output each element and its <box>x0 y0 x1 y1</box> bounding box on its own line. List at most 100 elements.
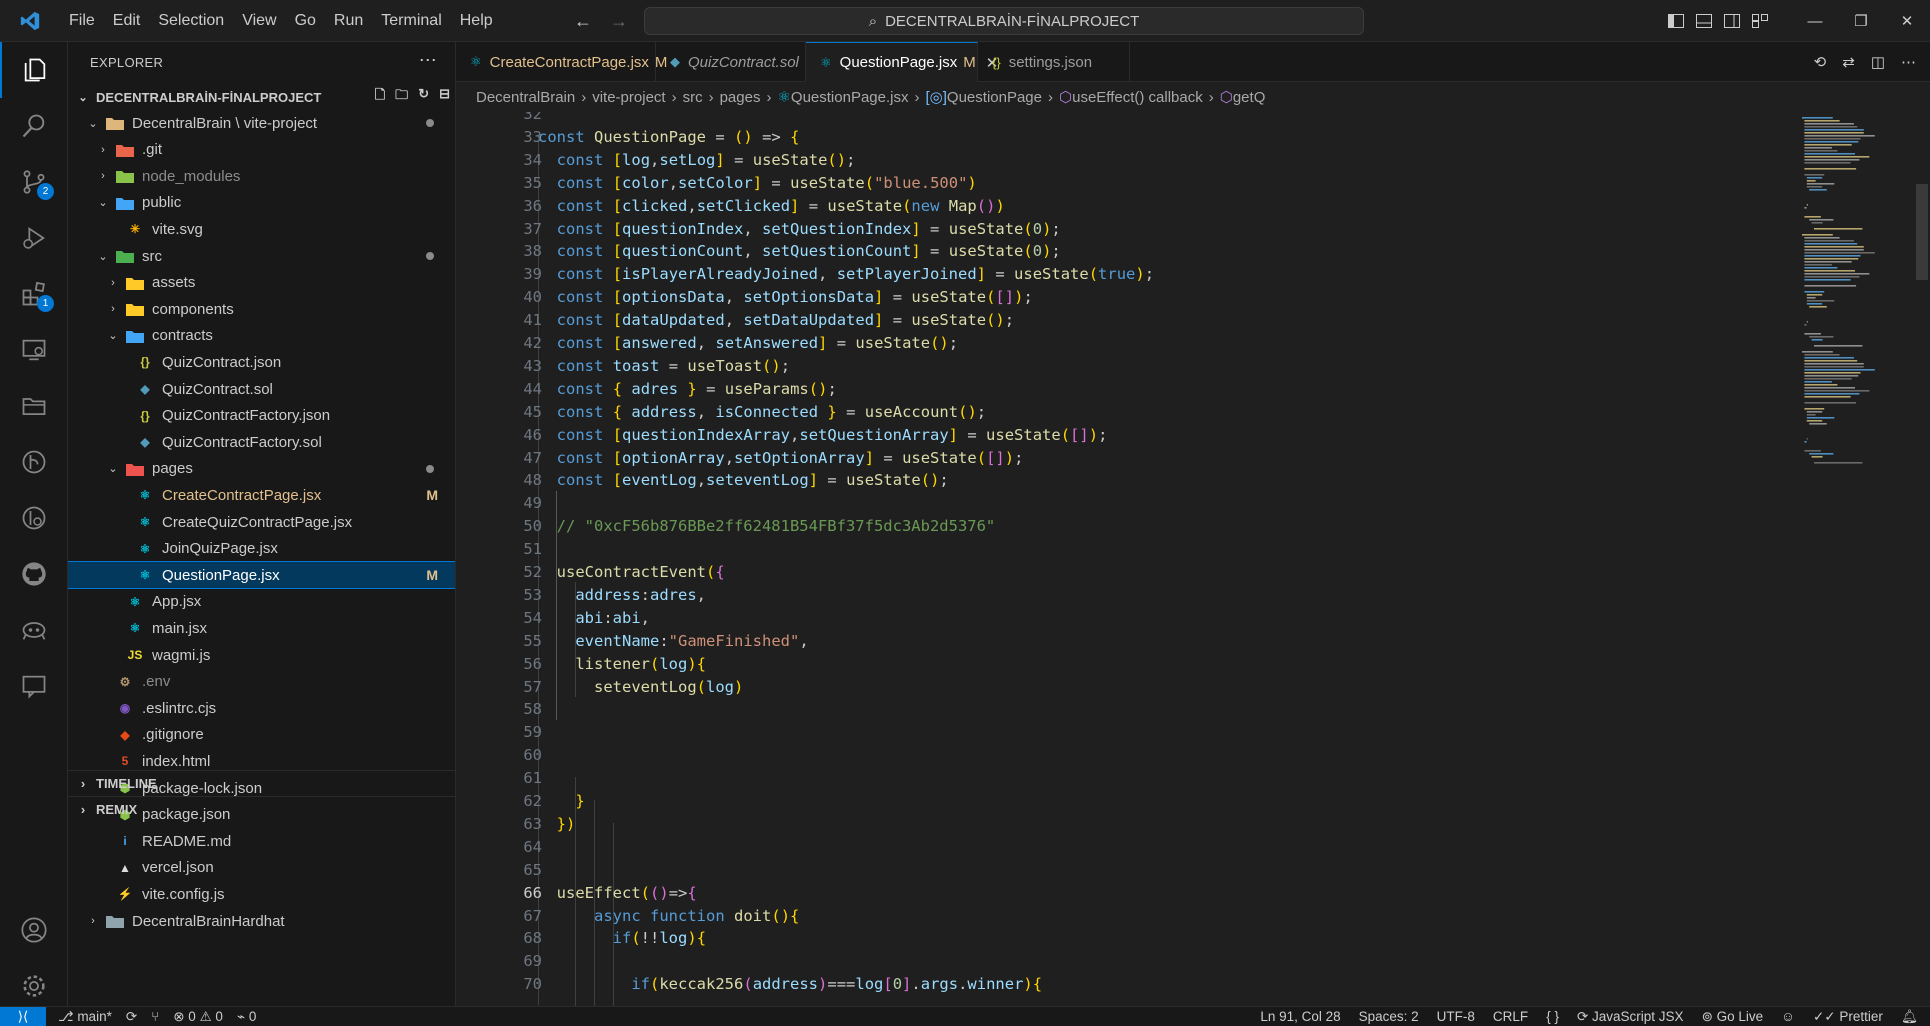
file-item[interactable]: ⚡ vite.config.js <box>68 881 455 907</box>
customize-layout-icon[interactable] <box>1746 0 1774 42</box>
go-live-button[interactable]: ⊚ Go Live <box>1702 1009 1764 1025</box>
menu-item-view[interactable]: View <box>233 0 285 42</box>
extensions-icon[interactable]: 1 <box>0 266 68 322</box>
tab-createcontractpage-jsx[interactable]: ⚛ CreateContractPage.jsx M <box>456 42 667 82</box>
tab-quizcontract-sol[interactable]: ◆ QuizContract.sol <box>656 42 806 82</box>
restore-icon[interactable]: ❐ <box>1838 0 1884 42</box>
timeline-history-icon[interactable]: ⟲ <box>1814 53 1827 71</box>
line-endings[interactable]: CRLF <box>1493 1009 1528 1024</box>
breadcrumb-item[interactable]: QuestionPage <box>947 89 1042 106</box>
breadcrumb-item[interactable]: QuestionPage.jsx <box>791 89 909 106</box>
menu-item-file[interactable]: File <box>60 0 104 42</box>
new-folder-icon[interactable]: 🗀 <box>395 86 408 108</box>
ports-indicator[interactable]: ⌁ 0 <box>237 1009 256 1025</box>
file-item[interactable]: ◆ QuizContractFactory.sol <box>68 429 455 455</box>
source-control-icon[interactable]: 2 <box>0 154 68 210</box>
folder-item[interactable]: ⌄ src <box>68 243 455 269</box>
minimap[interactable] <box>1798 112 1908 1006</box>
remix-section[interactable]: › REMIX <box>68 796 455 822</box>
file-item[interactable]: {} QuizContractFactory.json <box>68 403 455 429</box>
run-debug-icon[interactable] <box>0 210 68 266</box>
command-center-search[interactable]: ⌕ DECENTRALBRAİN-FİNALPROJECT <box>644 7 1364 35</box>
breadcrumb-item[interactable]: getQ <box>1233 89 1266 106</box>
split-editor-icon[interactable]: ◫ <box>1871 53 1885 71</box>
file-item[interactable]: {} QuizContract.json <box>68 349 455 375</box>
collapse-all-icon[interactable]: ⊟ <box>439 86 450 108</box>
sync-icon[interactable]: ⟳ <box>126 1009 137 1025</box>
cursor-position[interactable]: Ln 91, Col 28 <box>1260 1009 1340 1024</box>
file-item[interactable]: ▲ vercel.json <box>68 855 455 881</box>
timeline-section[interactable]: › TIMELINE <box>68 770 455 796</box>
folder-item[interactable]: ⌄ DecentralBrain \ vite-project <box>68 110 455 136</box>
breadcrumb-item[interactable]: vite-project <box>592 89 665 106</box>
workspace-root[interactable]: ⌄ DECENTRALBRAİN-FİNALPROJECT 🗋 🗀 ↻ ⊟ <box>68 84 455 110</box>
copilot-status-icon[interactable]: ☺ <box>1781 1009 1795 1024</box>
folder-item[interactable]: ⌄ pages <box>68 456 455 482</box>
account-icon[interactable] <box>0 902 68 958</box>
compare-changes-icon[interactable]: ⇄ <box>1842 53 1855 71</box>
folder-item[interactable]: › DecentralBrainHardhat <box>68 908 455 934</box>
folder-item[interactable]: › node_modules <box>68 163 455 189</box>
folder-item[interactable]: › .git <box>68 137 455 163</box>
file-item[interactable]: ◆ QuizContract.sol <box>68 376 455 402</box>
close-window-icon[interactable]: ✕ <box>1884 0 1930 42</box>
copilot-icon[interactable] <box>0 602 68 658</box>
vertical-scrollbar[interactable] <box>1914 112 1930 1006</box>
file-item[interactable]: ⚛ QuestionPage.jsx M <box>68 561 455 590</box>
refresh-icon[interactable]: ↻ <box>418 86 429 108</box>
menu-item-help[interactable]: Help <box>451 0 502 42</box>
folder-item[interactable]: ⌄ contracts <box>68 323 455 349</box>
encoding[interactable]: UTF-8 <box>1437 1009 1475 1024</box>
notifications-bell-icon[interactable]: 🔔︎ <box>1901 1009 1918 1025</box>
menu-item-terminal[interactable]: Terminal <box>372 0 450 42</box>
folder-manager-icon[interactable] <box>0 378 68 434</box>
breadcrumb-item[interactable]: pages <box>720 89 761 106</box>
comments-icon[interactable] <box>0 658 68 714</box>
git-graph-status-icon[interactable]: ⑂ <box>151 1009 159 1024</box>
tab-questionpage-jsx[interactable]: ⚛ QuestionPage.jsx M ✕ <box>806 42 998 82</box>
file-item[interactable]: ◉ .eslintrc.cjs <box>68 695 455 721</box>
menu-item-edit[interactable]: Edit <box>104 0 150 42</box>
new-file-icon[interactable]: 🗋 <box>375 86 385 108</box>
breadcrumb-item[interactable]: DecentralBrain <box>476 89 575 106</box>
back-arrow-icon[interactable]: ← <box>574 11 592 32</box>
search-view-icon[interactable] <box>0 98 68 154</box>
breadcrumb-item[interactable]: src <box>683 89 703 106</box>
file-item[interactable]: ⚛ CreateContractPage.jsx M <box>68 482 455 508</box>
problems-indicator[interactable]: ⊗ 0 ⚠ 0 <box>173 1009 223 1025</box>
file-item[interactable]: JS wagmi.js <box>68 642 455 668</box>
menu-item-run[interactable]: Run <box>325 0 372 42</box>
git-lens-icon[interactable] <box>0 490 68 546</box>
minimize-icon[interactable]: — <box>1792 0 1838 42</box>
file-item[interactable]: ⚛ JoinQuizPage.jsx <box>68 536 455 562</box>
menu-item-selection[interactable]: Selection <box>149 0 233 42</box>
breadcrumb-item[interactable]: useEffect() callback <box>1072 89 1203 106</box>
explorer-icon[interactable] <box>0 42 68 98</box>
folder-item[interactable]: › components <box>68 296 455 322</box>
forward-arrow-icon[interactable]: → <box>610 11 628 32</box>
folder-item[interactable]: › assets <box>68 270 455 296</box>
file-item[interactable]: ⚛ CreateQuizContractPage.jsx <box>68 509 455 535</box>
more-actions-icon[interactable]: ⋯ <box>1901 53 1916 71</box>
file-item[interactable]: ⚛ App.jsx <box>68 589 455 615</box>
remote-indicator-icon[interactable]: ⟩⟨ <box>0 1006 46 1026</box>
toggle-panel-icon[interactable] <box>1690 0 1718 42</box>
more-actions-icon[interactable]: ⋯ <box>419 50 437 71</box>
indentation[interactable]: Spaces: 2 <box>1359 1009 1419 1024</box>
toggle-sidebar-icon[interactable] <box>1662 0 1690 42</box>
file-item[interactable]: ⚛ main.jsx <box>68 615 455 641</box>
language-braces[interactable]: { } <box>1546 1009 1559 1024</box>
file-item[interactable]: ◆ .gitignore <box>68 722 455 748</box>
code-editor[interactable]: 32 33 const QuestionPage = () => {34 const… <box>456 112 1930 1006</box>
remote-explorer-icon[interactable] <box>0 322 68 378</box>
branch-indicator[interactable]: ⎇ main* <box>58 1009 112 1025</box>
folder-item[interactable]: ⌄ public <box>68 190 455 216</box>
language-mode[interactable]: ⟳ JavaScript JSX <box>1577 1009 1684 1025</box>
tab-settings-json[interactable]: {} settings.json <box>978 42 1130 82</box>
file-item[interactable]: ⚙ .env <box>68 669 455 695</box>
toggle-secondary-sidebar-icon[interactable] <box>1718 0 1746 42</box>
file-item[interactable]: i README.md <box>68 828 455 854</box>
file-item[interactable]: ✳ vite.svg <box>68 216 455 242</box>
menu-item-go[interactable]: Go <box>286 0 325 42</box>
scrollbar-thumb[interactable] <box>1916 184 1928 280</box>
